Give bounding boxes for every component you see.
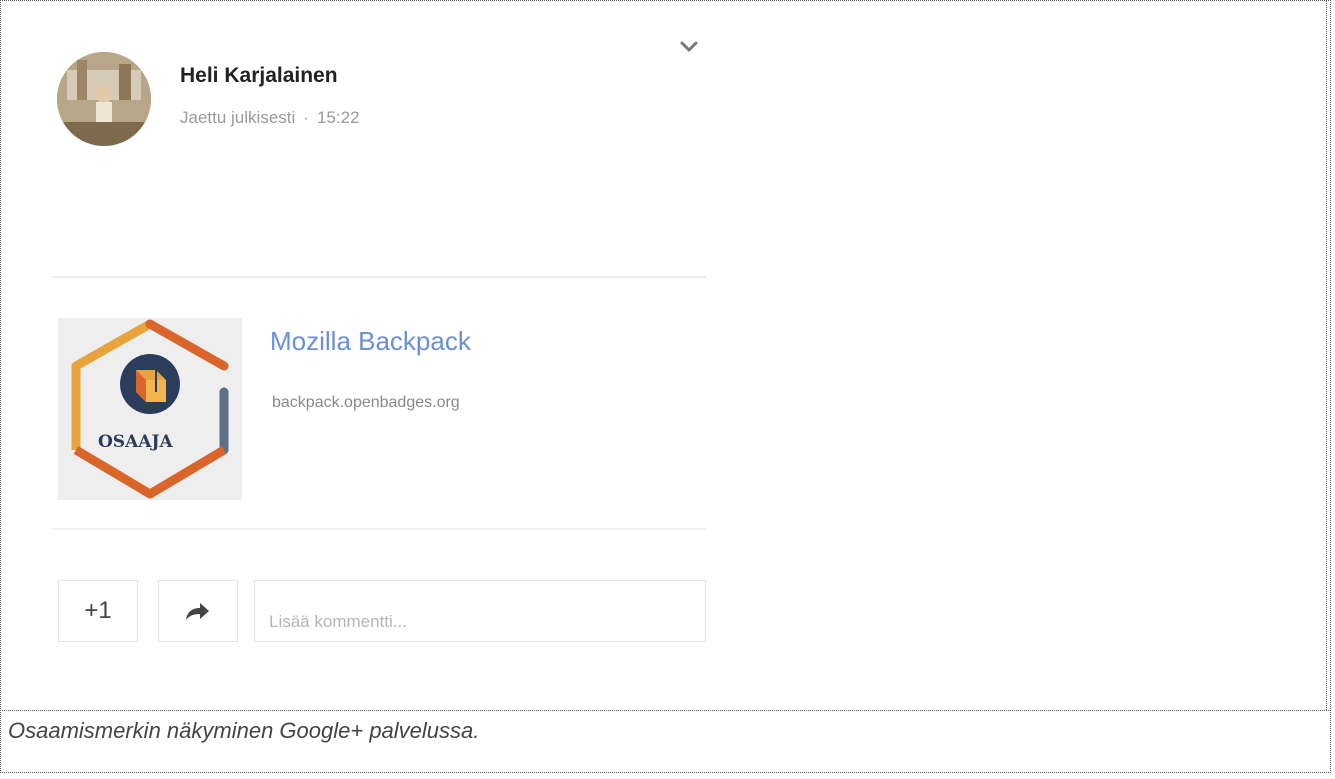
comment-input[interactable] — [254, 580, 706, 642]
divider — [52, 528, 706, 530]
plus-one-button[interactable]: +1 — [58, 580, 138, 642]
caption-divider — [0, 710, 1331, 711]
link-url[interactable]: backpack.openbadges.org — [272, 394, 460, 412]
chevron-down-icon[interactable] — [678, 38, 700, 56]
meta-separator: · — [303, 108, 309, 127]
plus-one-label: +1 — [84, 597, 112, 624]
link-thumbnail[interactable]: OSAAJA — [58, 318, 242, 500]
divider — [52, 276, 706, 278]
frame-border-right — [1326, 0, 1327, 710]
author-name[interactable]: Heli Karjalainen — [180, 64, 338, 88]
osaaja-badge-icon — [71, 319, 229, 499]
share-arrow-icon — [186, 603, 209, 620]
visibility-label: Jaettu julkisesti — [180, 108, 296, 127]
link-title[interactable]: Mozilla Backpack — [270, 326, 471, 357]
avatar-photo-icon — [57, 52, 151, 146]
share-button[interactable] — [158, 580, 238, 642]
post-meta: Jaettu julkisesti · 15:22 — [180, 108, 360, 128]
post-time[interactable]: 15:22 — [317, 108, 360, 127]
badge-text: OSAAJA — [98, 432, 173, 452]
author-avatar[interactable] — [57, 52, 151, 146]
figure-caption: Osaamismerkin näkyminen Google+ palvelus… — [8, 718, 480, 743]
